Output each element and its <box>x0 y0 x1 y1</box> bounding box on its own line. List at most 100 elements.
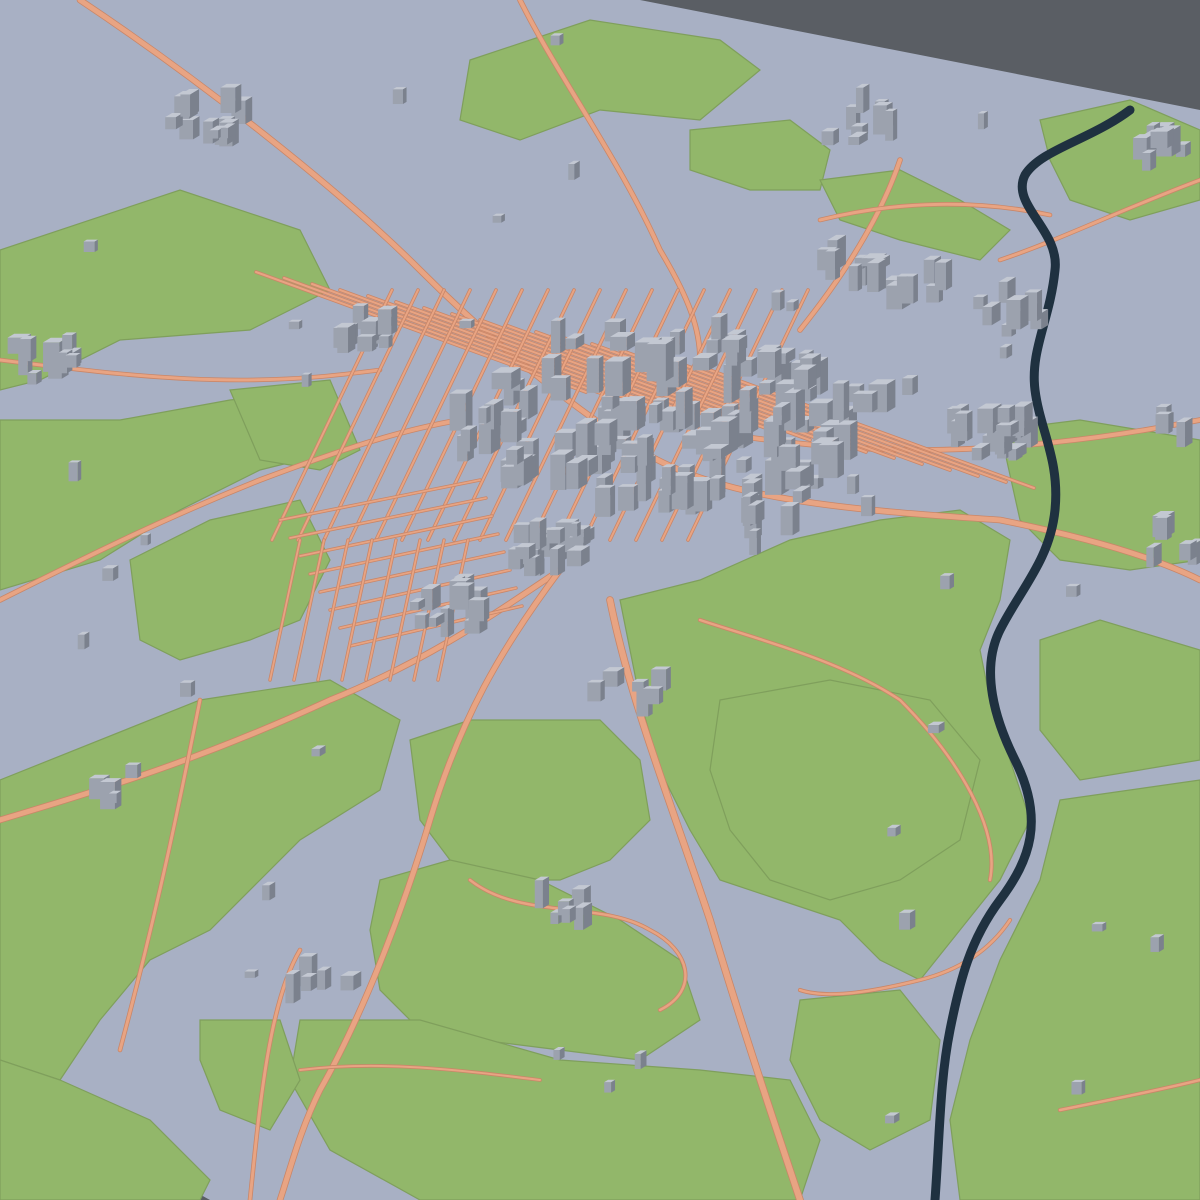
building <box>491 367 521 390</box>
building <box>1142 149 1157 171</box>
building-side <box>756 528 761 555</box>
building <box>1071 1079 1086 1095</box>
building-side <box>843 380 850 421</box>
building <box>594 418 618 446</box>
building-side <box>666 666 671 691</box>
building <box>867 258 886 293</box>
building <box>140 533 151 546</box>
building-face <box>853 393 873 413</box>
building-side <box>645 461 652 502</box>
building-side <box>469 425 477 452</box>
building-face <box>997 408 1010 423</box>
building-side <box>245 96 253 125</box>
building-side <box>1020 295 1029 330</box>
building <box>492 213 505 223</box>
building <box>605 356 631 396</box>
building <box>1065 583 1081 597</box>
building-face <box>301 976 311 992</box>
building-side <box>749 385 757 412</box>
building <box>108 790 122 804</box>
building <box>1155 515 1172 540</box>
building-side <box>871 495 876 517</box>
building-face <box>460 429 470 452</box>
building-side <box>560 526 565 544</box>
building-side <box>1037 289 1043 321</box>
building-side <box>465 389 473 431</box>
building-face <box>311 748 320 757</box>
building-face <box>377 309 392 335</box>
building-side <box>780 289 785 311</box>
building-face <box>1065 586 1077 597</box>
building-face <box>601 396 613 410</box>
building <box>955 410 973 442</box>
building-side <box>372 334 377 352</box>
building <box>179 680 196 697</box>
building-face <box>491 372 512 390</box>
building <box>675 387 693 430</box>
building-face <box>621 443 638 456</box>
building-side <box>912 375 918 395</box>
building <box>818 441 844 479</box>
building-side <box>348 323 356 353</box>
building-face <box>515 547 529 560</box>
building-face <box>571 523 578 537</box>
building-face <box>550 549 558 576</box>
building-face <box>785 471 801 490</box>
building-side <box>1081 1079 1086 1095</box>
building-face <box>927 725 939 734</box>
building <box>821 127 839 146</box>
building-side <box>665 339 674 382</box>
building <box>602 667 625 687</box>
building-face <box>999 347 1007 359</box>
building <box>1150 127 1174 149</box>
building-face <box>288 321 300 330</box>
building-side <box>687 471 694 510</box>
building <box>646 339 674 382</box>
building <box>736 456 752 473</box>
building-side <box>484 597 490 622</box>
building-side <box>719 474 726 501</box>
building-face <box>587 682 601 702</box>
building <box>637 461 652 502</box>
building <box>575 417 598 461</box>
building-side <box>795 387 805 431</box>
building-side <box>983 111 988 130</box>
building-side <box>388 333 393 348</box>
building-face <box>748 505 756 525</box>
building-face <box>77 634 85 650</box>
building-face <box>899 912 910 930</box>
building-side <box>949 573 955 590</box>
building-face <box>337 327 349 353</box>
building-face <box>764 421 779 447</box>
building-side <box>622 356 631 396</box>
building <box>587 679 605 702</box>
building <box>262 881 276 901</box>
building <box>846 474 860 495</box>
building <box>378 333 393 348</box>
building-face <box>818 445 838 479</box>
building-side <box>909 909 916 930</box>
building <box>571 521 581 537</box>
building <box>337 323 356 353</box>
building-face <box>409 602 419 611</box>
building-side <box>1185 417 1193 448</box>
building-side <box>391 305 398 335</box>
building-face <box>568 163 575 180</box>
building-side <box>84 631 90 650</box>
building-face <box>934 262 946 291</box>
building-face <box>513 524 529 544</box>
building <box>709 474 726 501</box>
building <box>220 83 242 114</box>
building-face <box>846 476 856 495</box>
building <box>468 597 490 622</box>
building-face <box>771 292 781 311</box>
building-side <box>945 258 953 291</box>
building <box>604 1079 616 1093</box>
building <box>885 108 898 141</box>
building-face <box>1006 300 1021 330</box>
building-face <box>1142 153 1151 171</box>
building-face <box>550 35 560 46</box>
building-face <box>692 358 710 371</box>
building-face <box>547 529 561 544</box>
building-side <box>751 356 758 377</box>
